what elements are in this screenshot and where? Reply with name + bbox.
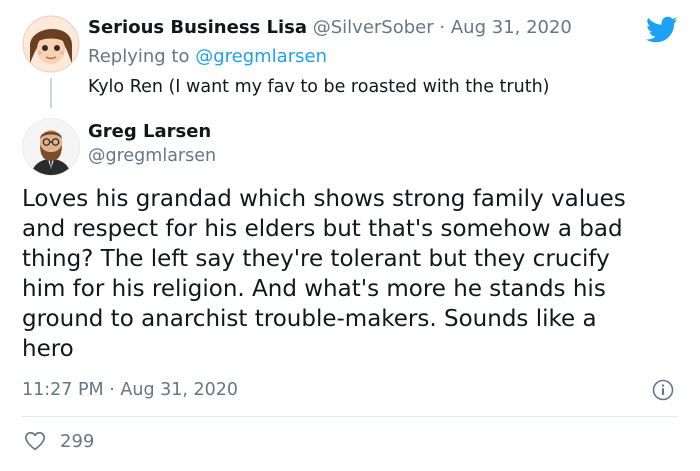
tweet-text-line: him for his religion. And what's more he… bbox=[22, 276, 606, 302]
parent-tweet-text: Kylo Ren (I want my fav to be roasted wi… bbox=[88, 77, 550, 97]
cartoon-avatar-icon bbox=[22, 15, 80, 73]
parent-header: Serious Business Lisa @SilverSober · Aug… bbox=[88, 17, 572, 38]
replying-prefix: Replying to bbox=[88, 46, 190, 67]
tweet-meta-separator: · bbox=[109, 380, 115, 400]
parent-display-name[interactable]: Serious Business Lisa bbox=[88, 17, 307, 38]
parent-date[interactable]: Aug 31, 2020 bbox=[451, 17, 572, 38]
replying-to-handle[interactable]: @gregmlarsen bbox=[195, 46, 327, 67]
bearded-man-avatar-icon bbox=[23, 119, 79, 175]
divider bbox=[22, 416, 678, 417]
tweet-text-line: Loves his grandad which shows strong fam… bbox=[22, 186, 626, 212]
tweet-text-line: and respect for his elders but that's so… bbox=[22, 216, 623, 242]
tweet-timestamp[interactable]: 11:27 PM · Aug 31, 2020 bbox=[22, 380, 238, 400]
parent-handle[interactable]: @SilverSober bbox=[313, 17, 434, 38]
tweet-text-line: ground to anarchist trouble-makers. Soun… bbox=[22, 306, 597, 332]
replying-to-line: Replying to @gregmlarsen bbox=[88, 46, 327, 67]
info-icon[interactable] bbox=[652, 379, 674, 401]
tweet-text: Loves his grandad which shows strong fam… bbox=[22, 184, 682, 364]
twitter-bird-icon[interactable] bbox=[646, 16, 678, 44]
tweet-text-line: thing? The left say they're tolerant but… bbox=[22, 246, 610, 272]
parent-avatar[interactable] bbox=[22, 15, 80, 73]
author-display-name[interactable]: Greg Larsen bbox=[88, 121, 211, 142]
like-count: 299 bbox=[60, 431, 95, 452]
author-handle[interactable]: @gregmlarsen bbox=[88, 146, 216, 166]
parent-separator: · bbox=[439, 17, 446, 38]
tweet-date: Aug 31, 2020 bbox=[120, 380, 239, 400]
thread-connector bbox=[50, 78, 52, 108]
author-avatar[interactable] bbox=[22, 118, 80, 176]
tweet-time: 11:27 PM bbox=[22, 380, 104, 400]
heart-icon[interactable] bbox=[24, 430, 46, 452]
tweet-text-line: hero bbox=[22, 336, 74, 362]
